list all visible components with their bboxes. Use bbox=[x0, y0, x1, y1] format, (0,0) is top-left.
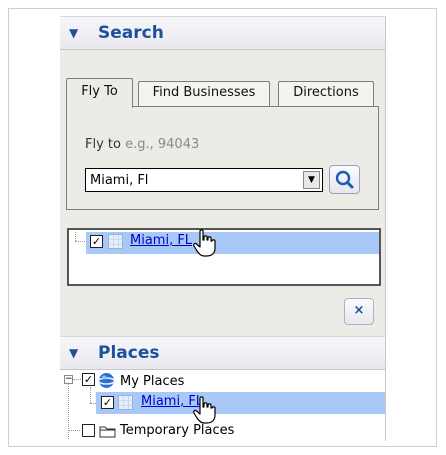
places-tree[interactable]: − ✓ My Places ✓ Miami, FL Temporary Plac… bbox=[60, 370, 385, 441]
hand-cursor-icon bbox=[193, 229, 216, 257]
magnifier-icon bbox=[335, 170, 354, 189]
tab-directions-label: Directions bbox=[293, 85, 359, 100]
place-item-checkbox[interactable]: ✓ bbox=[101, 396, 114, 409]
my-places-checkbox[interactable]: ✓ bbox=[82, 373, 95, 386]
search-results-list[interactable]: ✓ Miami, FL bbox=[67, 228, 381, 286]
tab-fly-to-label: Fly To bbox=[81, 84, 118, 99]
tree-line bbox=[68, 430, 80, 431]
temporary-places-label: Temporary Places bbox=[120, 423, 235, 438]
fly-to-input-value: Miami, Fl bbox=[90, 173, 149, 188]
search-button[interactable] bbox=[329, 165, 360, 194]
places-section-header[interactable]: ▼ Places bbox=[60, 336, 385, 370]
placemark-grid-icon bbox=[118, 395, 133, 410]
tree-line bbox=[75, 232, 76, 241]
folder-icon bbox=[99, 426, 116, 438]
tab-find-businesses[interactable]: Find Businesses bbox=[138, 81, 270, 106]
dropdown-arrow-icon[interactable]: ▼ bbox=[303, 171, 320, 189]
tab-fly-to[interactable]: Fly To bbox=[66, 78, 133, 108]
collapse-triangle-icon[interactable]: ▼ bbox=[69, 346, 78, 360]
tree-line bbox=[75, 241, 85, 242]
globe-icon bbox=[98, 373, 115, 388]
hand-cursor-icon bbox=[193, 396, 216, 424]
placemark-grid-icon bbox=[108, 234, 123, 249]
close-icon: × bbox=[353, 303, 365, 318]
fly-to-hint: e.g., 94043 bbox=[125, 137, 200, 152]
search-header-title: Search bbox=[98, 23, 164, 43]
result-link[interactable]: Miami, FL bbox=[130, 233, 192, 248]
places-header-title: Places bbox=[98, 343, 160, 363]
fly-to-input[interactable]: Miami, Fl ▼ bbox=[85, 168, 323, 192]
fly-to-text: Fly to bbox=[85, 137, 121, 152]
result-checkbox[interactable]: ✓ bbox=[90, 235, 103, 248]
collapse-minus-icon[interactable]: − bbox=[64, 375, 73, 384]
sidebar-panel: ▼ Search Fly To Find Businesses Directio… bbox=[60, 16, 386, 441]
fly-to-label: Fly to e.g., 94043 bbox=[85, 137, 199, 152]
tab-find-businesses-label: Find Businesses bbox=[152, 85, 256, 100]
place-row-highlight[interactable] bbox=[96, 392, 385, 414]
clear-results-button[interactable]: × bbox=[344, 298, 374, 325]
tab-directions[interactable]: Directions bbox=[278, 81, 374, 106]
my-places-label: My Places bbox=[120, 374, 185, 389]
collapse-triangle-icon[interactable]: ▼ bbox=[69, 26, 78, 40]
tree-line bbox=[73, 379, 81, 380]
temporary-places-checkbox[interactable] bbox=[82, 424, 95, 437]
tree-line bbox=[90, 387, 91, 403]
search-section-header[interactable]: ▼ Search bbox=[60, 16, 385, 50]
